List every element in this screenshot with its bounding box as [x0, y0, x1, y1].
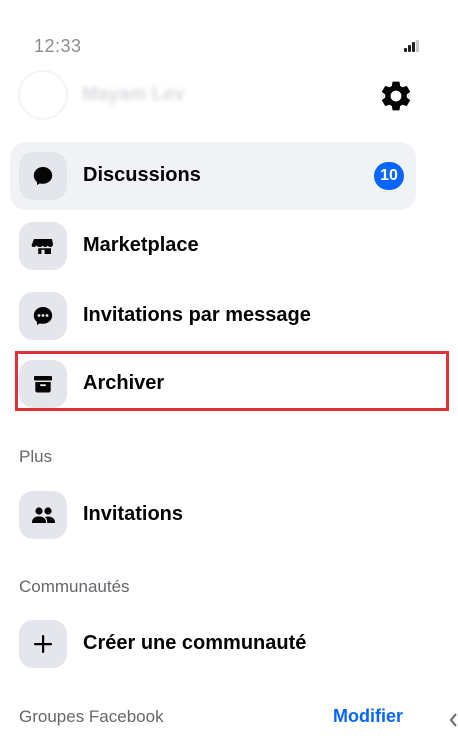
avatar	[18, 70, 68, 120]
people-icon	[19, 491, 67, 539]
profile-switcher[interactable]: Mayam Lev	[18, 70, 298, 120]
menu-item-invitations[interactable]: Invitations	[10, 481, 416, 549]
menu-item-message-requests[interactable]: Invitations par message	[10, 282, 416, 350]
status-bar: 12:33	[0, 0, 458, 60]
unread-count-badge: 10	[374, 162, 404, 190]
chat-bubble-icon	[19, 152, 67, 200]
menu-item-label: Créer une communauté	[83, 632, 307, 654]
menu-item-discussions[interactable]: Discussions 10	[10, 142, 416, 210]
profile-name: Mayam Lev	[82, 84, 185, 105]
chevron-left-icon	[448, 712, 458, 728]
section-header-facebook-groups: Groupes Facebook	[19, 707, 164, 726]
menu-item-label: Marketplace	[83, 234, 199, 256]
menu-item-create-community[interactable]: Créer une communauté	[10, 610, 416, 678]
menu-item-marketplace[interactable]: Marketplace	[10, 212, 416, 280]
menu-item-label: Discussions	[83, 164, 201, 186]
settings-gear-icon[interactable]	[378, 78, 414, 114]
section-header-communities: Communautés	[19, 577, 130, 596]
menu-item-label: Invitations par message	[83, 304, 311, 326]
menu-item-label: Invitations	[83, 503, 184, 525]
highlight-annotation	[15, 351, 449, 411]
signal-strength-icon	[404, 40, 420, 52]
status-time: 12:33	[34, 36, 82, 56]
storefront-icon	[19, 222, 67, 270]
message-request-icon	[19, 292, 67, 340]
plus-icon	[19, 620, 67, 668]
section-header-more: Plus	[19, 447, 53, 466]
modify-groups-link[interactable]: Modifier	[333, 706, 403, 727]
